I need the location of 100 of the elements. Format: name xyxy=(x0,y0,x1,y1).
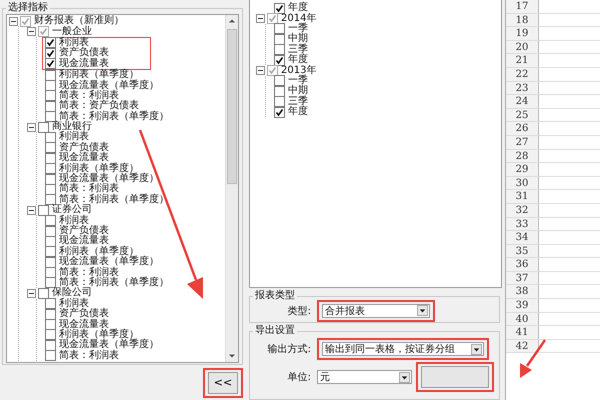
tree-item-label[interactable]: 现金流量表 xyxy=(59,236,109,246)
tree-item-label[interactable]: 现金流量表 xyxy=(59,320,109,330)
tree-item-label[interactable]: 三季 xyxy=(288,44,308,55)
tree-item-label[interactable]: 现金流量表（单季度） xyxy=(59,80,159,91)
tree-item-label[interactable]: 简表：资产负债表 xyxy=(59,101,139,112)
tree-item-label[interactable]: 保险公司 xyxy=(52,288,92,298)
tree-item-label[interactable]: 简表：利润表（单季度） xyxy=(59,194,169,205)
checkbox[interactable] xyxy=(267,13,278,24)
tree-item-label[interactable]: 简表：利润表 xyxy=(59,184,119,194)
checkbox[interactable] xyxy=(45,350,56,362)
tree-item-label[interactable]: 现金流量表（单季度） xyxy=(59,257,159,268)
collapse-toggle[interactable] xyxy=(9,16,18,26)
tree-item-label[interactable]: 证券公司 xyxy=(52,205,92,216)
checkbox[interactable] xyxy=(274,86,285,97)
checkbox[interactable] xyxy=(45,132,56,143)
collapse-toggle[interactable] xyxy=(256,66,265,76)
tree-item-label[interactable]: 利润表（单季度） xyxy=(59,330,139,340)
checkbox[interactable] xyxy=(45,80,56,92)
checkbox[interactable] xyxy=(45,236,56,247)
tree-item-label[interactable]: 简表：利润表 xyxy=(59,90,119,101)
checkbox[interactable] xyxy=(274,44,285,56)
checkbox[interactable] xyxy=(45,298,56,310)
collapse-toggle[interactable] xyxy=(256,14,265,24)
tree-item-label[interactable]: 三季 xyxy=(288,96,308,107)
tree-item-label[interactable]: 中期 xyxy=(288,86,308,96)
tree-item-label[interactable]: 现金流量表（单季度） xyxy=(59,340,159,350)
output-mode-dropdown[interactable]: 输出到同一表格，按证券分组 xyxy=(322,342,484,356)
checkbox[interactable] xyxy=(20,16,31,27)
checkbox[interactable] xyxy=(45,246,56,258)
tree-item-label[interactable]: 现金流量表 xyxy=(59,58,109,69)
report-type-dropdown[interactable]: 合并报表 xyxy=(322,304,430,318)
collapse-toggle[interactable] xyxy=(27,288,36,298)
checkbox[interactable] xyxy=(45,308,56,320)
unit-dropdown[interactable]: 元 xyxy=(317,370,412,384)
tree-item-label[interactable]: 利润表 xyxy=(59,38,89,48)
checkbox[interactable] xyxy=(45,58,56,70)
checkbox[interactable] xyxy=(45,111,56,122)
tree-item-label[interactable]: 一季 xyxy=(288,24,308,34)
tree-item-label[interactable]: 利润表（单季度） xyxy=(59,164,139,174)
checkbox[interactable] xyxy=(274,75,285,86)
checkbox[interactable] xyxy=(45,163,56,174)
collapse-panel-button[interactable]: << xyxy=(208,372,238,394)
checkbox[interactable] xyxy=(45,267,56,278)
checkbox[interactable] xyxy=(45,226,56,237)
tree-item-label[interactable]: 现金流量表 xyxy=(59,153,109,164)
tree-item-label[interactable]: 年度 xyxy=(288,55,308,66)
checkbox[interactable] xyxy=(45,100,56,112)
checkbox[interactable] xyxy=(45,37,56,48)
checkbox[interactable] xyxy=(45,142,56,154)
checkbox[interactable] xyxy=(274,96,285,108)
checkbox[interactable] xyxy=(38,122,49,133)
tree-item-label[interactable]: 2014年 xyxy=(281,14,316,24)
checkbox[interactable] xyxy=(45,329,56,340)
tree-item-label[interactable]: 利润表 xyxy=(59,216,89,226)
checkbox[interactable] xyxy=(38,288,49,299)
checkbox[interactable] xyxy=(45,340,56,351)
checkbox[interactable] xyxy=(45,152,56,164)
checkbox[interactable] xyxy=(45,277,56,288)
collapse-toggle[interactable] xyxy=(27,27,36,36)
checkbox[interactable] xyxy=(45,70,56,81)
checkbox[interactable] xyxy=(45,184,56,195)
checkbox[interactable] xyxy=(274,2,285,14)
tree-item-label[interactable]: 简表：利润表 xyxy=(59,268,119,278)
checkbox[interactable] xyxy=(45,194,56,206)
tree-item-label[interactable]: 一般企业 xyxy=(52,26,92,37)
checkbox[interactable] xyxy=(38,204,49,216)
tree-item-label[interactable]: 年度 xyxy=(288,107,308,118)
tree-item-label[interactable]: 利润表（单季度） xyxy=(59,70,139,80)
tree-item-label[interactable]: 利润表（单季度） xyxy=(59,246,139,257)
group-title: 选择指标 xyxy=(7,2,49,14)
checkbox[interactable] xyxy=(274,106,285,118)
checkbox[interactable] xyxy=(45,215,56,226)
tree-item-label[interactable]: 利润表 xyxy=(59,132,89,142)
scrollbar[interactable] xyxy=(225,15,238,362)
tree-item-label[interactable]: 资产负债表 xyxy=(59,142,109,153)
checkbox[interactable] xyxy=(45,174,56,185)
tree-item-label[interactable]: 2013年 xyxy=(281,66,316,76)
tree-item-label[interactable]: 资产负债表 xyxy=(59,309,109,320)
tree-item-label[interactable]: 利润表 xyxy=(59,298,89,309)
export-button[interactable] xyxy=(421,366,489,388)
tree-item-label[interactable]: 简表：利润表（单季度） xyxy=(59,112,169,122)
tree-item-label[interactable]: 一季 xyxy=(288,76,308,86)
checkbox[interactable] xyxy=(274,54,285,66)
tree-item-label[interactable]: 财务报表（新准则） xyxy=(34,16,124,26)
tree-item-label[interactable]: 资产负债表 xyxy=(59,48,109,58)
tree-item-label[interactable]: 简表：利润表（单季度） xyxy=(59,278,169,288)
checkbox[interactable] xyxy=(267,65,278,76)
checkbox[interactable] xyxy=(274,34,285,45)
checkbox[interactable] xyxy=(45,256,56,268)
collapse-toggle[interactable] xyxy=(27,206,36,215)
tree-item-label[interactable]: 中期 xyxy=(288,34,308,44)
tree-item-label[interactable]: 简表：利润表 xyxy=(59,350,119,361)
checkbox[interactable] xyxy=(274,23,285,34)
checkbox[interactable] xyxy=(45,90,56,102)
checkbox[interactable] xyxy=(45,319,56,330)
checkbox[interactable] xyxy=(45,48,56,59)
checkbox[interactable] xyxy=(38,26,49,38)
tree-item-label[interactable]: 年度 xyxy=(288,3,308,14)
tree-item-label[interactable]: 资产负债表 xyxy=(59,226,109,236)
collapse-toggle[interactable] xyxy=(27,122,36,132)
